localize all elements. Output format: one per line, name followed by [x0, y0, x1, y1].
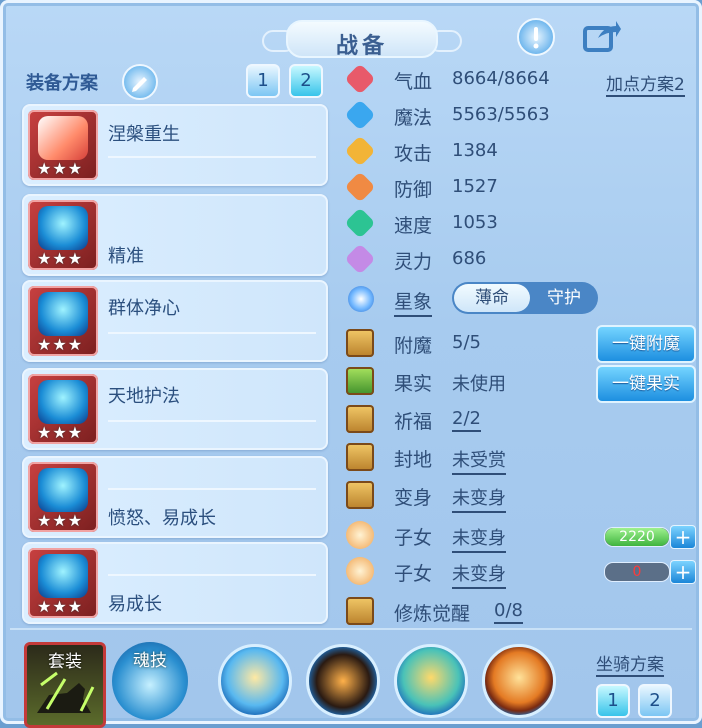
enchant-icon	[346, 329, 374, 357]
equip-plan-header: 装备方案	[26, 73, 98, 94]
sword-icon	[344, 135, 376, 167]
star-compass-icon	[348, 286, 374, 312]
equip-name: 群体净心	[108, 298, 180, 319]
constellation-label[interactable]: 星象	[394, 287, 433, 317]
share-icon	[583, 21, 621, 52]
equip-name: 涅槃重生	[108, 124, 180, 145]
fruit-all-button[interactable]: 一键果实	[596, 365, 696, 403]
equip-icon: ★★★	[28, 374, 98, 444]
divider	[108, 420, 316, 422]
title-bar: 战备	[262, 18, 462, 59]
divider	[108, 156, 316, 158]
skill-icon-4[interactable]	[482, 644, 556, 718]
stat-row-speed: 速度 1053	[344, 206, 696, 240]
add-button-2[interactable]: +	[670, 560, 696, 584]
mana-icon	[344, 99, 376, 131]
edit-plan-button[interactable]	[122, 64, 158, 100]
equip-card[interactable]: ★★★ 涅槃重生	[22, 104, 328, 186]
toggle-option-off[interactable]: 守护	[532, 284, 596, 312]
heart-icon	[344, 63, 376, 95]
mount-tab-2[interactable]: 2	[638, 684, 672, 718]
stat-row-defense: 防御 1527	[344, 170, 696, 204]
page-title: 战备	[335, 34, 388, 59]
add-button-1[interactable]: +	[670, 525, 696, 549]
beast-icon	[37, 671, 95, 713]
exclamation-icon	[533, 27, 539, 49]
skill-icon-2[interactable]	[306, 644, 380, 718]
title-plate: 战备	[286, 20, 438, 59]
equip-name: 精准	[108, 246, 144, 267]
soul-skill-button[interactable]: 魂技	[112, 642, 188, 720]
equip-card[interactable]: ★★★ 天地护法	[22, 368, 328, 450]
equip-plan-tab-1[interactable]: 1	[246, 64, 280, 98]
extra-row-blessing: 祈福 2/2	[346, 402, 696, 436]
divider	[108, 332, 316, 334]
equip-plan-tab-2[interactable]: 2	[289, 64, 323, 98]
extra-row-cultivation: 修炼觉醒 0/8	[346, 594, 696, 628]
equip-card[interactable]: ★★★ 易成长	[22, 542, 328, 624]
extra-row-transform: 变身 未变身	[346, 478, 696, 513]
cultivation-icon	[346, 597, 374, 625]
skill-icon-3[interactable]	[394, 644, 468, 718]
stat-row-attack: 攻击 1384	[344, 134, 696, 168]
equip-card[interactable]: ★★★ 愤怒、易成长	[22, 456, 328, 538]
equip-icon: ★★★	[28, 110, 98, 180]
constellation-toggle[interactable]: 薄命 守护	[452, 282, 598, 314]
equip-card[interactable]: ★★★ 群体净心	[22, 280, 328, 362]
skill-icon-1[interactable]	[218, 644, 292, 718]
equip-card[interactable]: ★★★ 精准	[22, 194, 328, 276]
blessing-icon	[346, 405, 374, 433]
mount-plan-label[interactable]: 坐骑方案	[596, 650, 664, 677]
child-progress-bar-2: 0	[604, 562, 670, 582]
divider	[108, 488, 316, 490]
equip-icon: ★★★	[28, 548, 98, 618]
equip-name: 愤怒、易成长	[108, 508, 216, 529]
divider	[108, 574, 316, 576]
gate-icon	[346, 443, 374, 471]
help-button[interactable]	[517, 18, 555, 56]
bottom-divider	[10, 628, 692, 630]
battle-prep-panel: 战备 装备方案 1 2 ★★★ 涅槃重生 ★★★ 精准 ★★★ 群体净心 ★★★	[0, 0, 702, 728]
mount-tab-1[interactable]: 1	[596, 684, 630, 718]
child-progress-bar-1: 2220	[604, 527, 670, 547]
enchant-all-button[interactable]: 一键附魔	[596, 325, 696, 363]
shield-icon	[344, 171, 376, 203]
share-button[interactable]	[582, 18, 622, 54]
stat-row-hp: 气血 8664/8664	[344, 62, 696, 96]
fruit-icon	[346, 367, 374, 395]
equip-icon: ★★★	[28, 200, 98, 270]
toggle-option-on[interactable]: 薄命	[454, 284, 530, 312]
lightning-icon	[344, 207, 376, 239]
equip-name: 易成长	[108, 594, 162, 615]
spirit-icon	[344, 243, 376, 275]
suit-button[interactable]: 套装	[24, 642, 106, 728]
extra-row-fief: 封地 未受赏	[346, 440, 696, 475]
equip-icon: ★★★	[28, 462, 98, 532]
pencil-icon	[132, 77, 147, 92]
equip-name: 天地护法	[108, 386, 180, 407]
child-icon	[346, 521, 374, 549]
stat-row-spirit: 灵力 686	[344, 242, 696, 276]
stat-row-mp: 魔法 5563/5563	[344, 98, 696, 132]
equip-icon: ★★★	[28, 286, 98, 356]
figure-icon	[346, 481, 374, 509]
child-icon	[346, 557, 374, 585]
